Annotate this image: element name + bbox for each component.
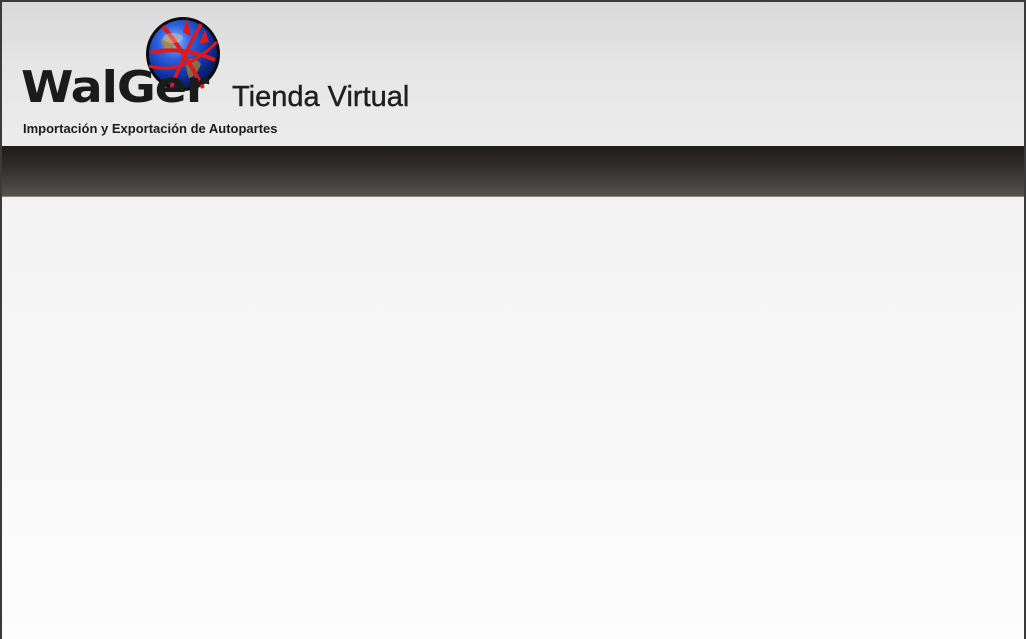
- navigation-bar: [2, 146, 1024, 197]
- site-title: Tienda Virtual: [232, 81, 410, 113]
- page: WalGer Tienda Virtual Importación y Expo…: [0, 0, 1026, 639]
- site-header: WalGer Tienda Virtual Importación y Expo…: [2, 2, 1024, 146]
- brand-logo-text: WalGer: [21, 62, 209, 113]
- site-tagline: Importación y Exportación de Autopartes: [23, 121, 278, 136]
- main-content-area: [2, 197, 1024, 639]
